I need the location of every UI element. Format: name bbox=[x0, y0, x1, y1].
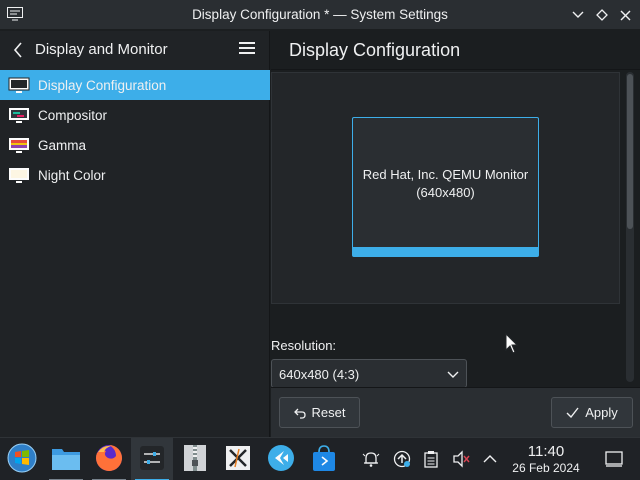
sidebar-item-gamma[interactable]: Gamma bbox=[0, 130, 270, 160]
night-color-icon bbox=[8, 167, 30, 184]
show-desktop-icon[interactable] bbox=[604, 449, 624, 469]
apply-button[interactable]: Apply bbox=[551, 397, 633, 428]
taskbar-kde-connect[interactable] bbox=[260, 438, 302, 480]
display-icon bbox=[8, 77, 30, 94]
taskbar-discover[interactable] bbox=[303, 438, 345, 480]
sidebar-item-night-color[interactable]: Night Color bbox=[0, 160, 270, 190]
undo-icon bbox=[293, 407, 306, 419]
window-titlebar[interactable]: Display Configuration * — System Setting… bbox=[0, 0, 640, 30]
firefox-icon bbox=[94, 443, 124, 476]
monitor-output[interactable]: Red Hat, Inc. QEMU Monitor (640x480) bbox=[352, 117, 539, 257]
settings-sliders-icon bbox=[139, 445, 165, 474]
clock-date: 26 Feb 2024 bbox=[512, 461, 580, 475]
apply-button-label: Apply bbox=[585, 405, 618, 420]
notifications-bell-icon[interactable] bbox=[361, 449, 381, 469]
folder-icon bbox=[51, 445, 81, 474]
chevron-down-icon bbox=[446, 367, 460, 381]
digital-clock[interactable]: 11:40 26 Feb 2024 bbox=[506, 443, 586, 475]
sidebar-item-label: Night Color bbox=[38, 167, 106, 183]
maximize-icon[interactable] bbox=[593, 6, 611, 24]
main-panel: Display Configuration Red Hat, Inc. QEMU… bbox=[271, 31, 640, 437]
page-title: Display Configuration bbox=[289, 40, 461, 60]
shopping-bag-icon bbox=[311, 444, 337, 475]
start-menu-icon bbox=[7, 443, 37, 476]
monitor-name: Red Hat, Inc. QEMU Monitor bbox=[362, 167, 529, 182]
sidebar-item-label: Gamma bbox=[38, 137, 87, 153]
sidebar-header-title: Display and Monitor bbox=[35, 41, 168, 58]
resolution-value: 640x480 (4:3) bbox=[279, 367, 360, 382]
vertical-scrollbar[interactable] bbox=[626, 72, 634, 382]
minimize-icon[interactable] bbox=[569, 6, 587, 24]
hamburger-menu-icon[interactable] bbox=[238, 41, 258, 59]
clipboard-icon[interactable] bbox=[421, 449, 441, 469]
clock-time: 11:40 bbox=[527, 443, 565, 460]
taskbar-archive-manager[interactable] bbox=[174, 438, 216, 480]
x-tool-icon bbox=[225, 445, 251, 474]
taskbar: 11:40 26 Feb 2024 bbox=[0, 437, 640, 480]
scrollbar-thumb[interactable] bbox=[627, 74, 633, 229]
taskbar-file-manager[interactable] bbox=[45, 438, 87, 480]
sidebar: Display and Monitor Display Configuratio… bbox=[0, 31, 270, 437]
reset-button-label: Reset bbox=[311, 405, 346, 420]
chevron-up-icon[interactable] bbox=[480, 449, 500, 469]
application-launcher-button[interactable] bbox=[1, 438, 43, 480]
taskbar-x-tool[interactable] bbox=[217, 438, 259, 480]
kde-connect-icon bbox=[267, 444, 295, 475]
monitor-primary-bar bbox=[353, 247, 538, 256]
monitor-resolution: (640x480) bbox=[416, 185, 475, 200]
screen-layout-preview[interactable]: Red Hat, Inc. QEMU Monitor (640x480) bbox=[271, 72, 620, 304]
dialog-footer: Reset Apply bbox=[271, 387, 640, 437]
header-divider bbox=[271, 69, 640, 70]
back-arrow-icon[interactable] bbox=[8, 40, 28, 60]
monitor-label: Red Hat, Inc. QEMU Monitor (640x480) bbox=[353, 166, 538, 202]
reset-button[interactable]: Reset bbox=[279, 397, 360, 428]
resolution-label: Resolution: bbox=[271, 338, 337, 353]
window-title: Display Configuration * — System Setting… bbox=[192, 7, 448, 22]
sidebar-header: Display and Monitor bbox=[0, 31, 270, 69]
compositor-icon bbox=[8, 107, 30, 124]
sidebar-item-compositor[interactable]: Compositor bbox=[0, 100, 270, 130]
checkmark-icon bbox=[566, 407, 579, 418]
close-icon[interactable] bbox=[616, 6, 634, 24]
taskbar-firefox[interactable] bbox=[88, 438, 130, 480]
volume-muted-icon[interactable] bbox=[451, 449, 471, 469]
sidebar-item-label: Display Configuration bbox=[38, 77, 167, 93]
resolution-select[interactable]: 640x480 (4:3) bbox=[271, 359, 467, 388]
sidebar-item-label: Compositor bbox=[38, 107, 108, 123]
gamma-icon bbox=[8, 137, 30, 154]
sidebar-item-display-configuration[interactable]: Display Configuration bbox=[0, 70, 270, 100]
archive-zipper-icon bbox=[183, 444, 207, 475]
update-notifier-icon[interactable] bbox=[392, 449, 412, 469]
mouse-cursor-icon bbox=[505, 332, 519, 355]
taskbar-system-settings[interactable] bbox=[131, 438, 173, 480]
